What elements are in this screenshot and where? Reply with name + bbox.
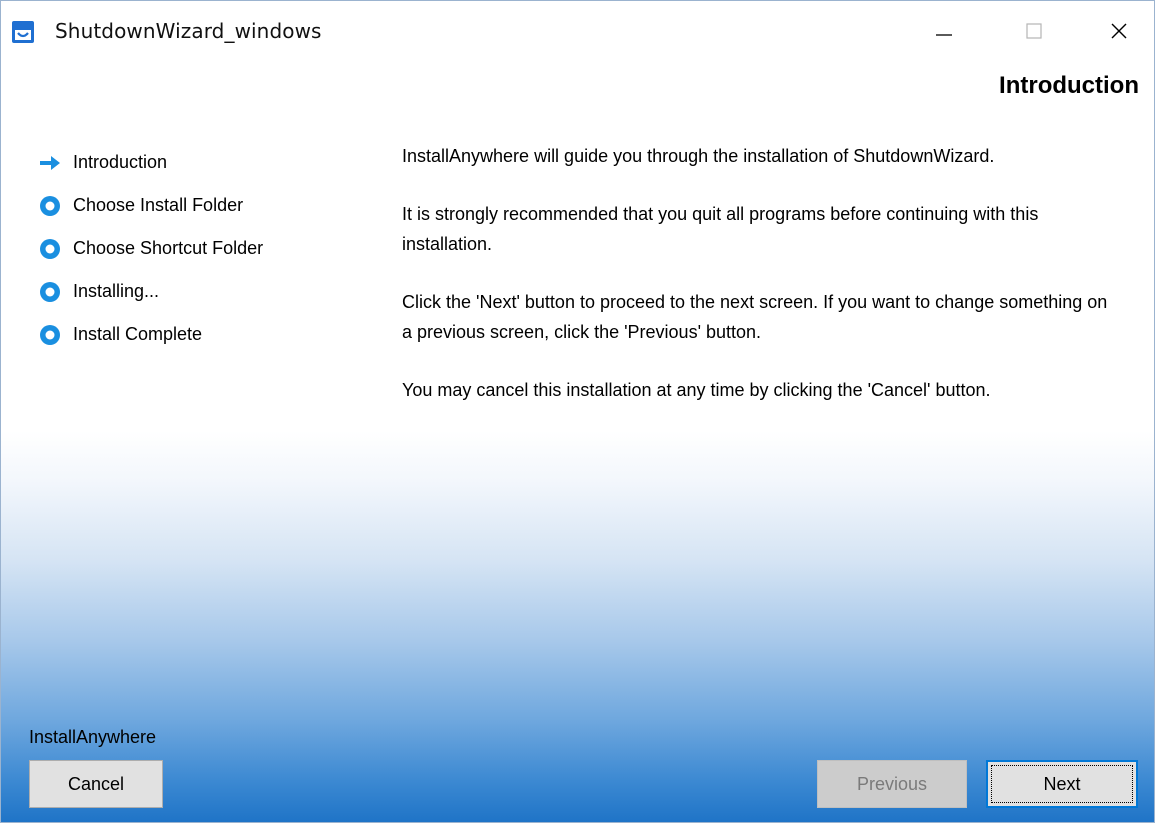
- intro-paragraph: It is strongly recommended that you quit…: [402, 204, 1039, 254]
- step-label: Choose Install Folder: [73, 195, 244, 215]
- close-icon: [1111, 23, 1127, 39]
- intro-paragraph: InstallAnywhere will guide you through t…: [402, 146, 995, 166]
- maximize-icon: [1026, 23, 1042, 39]
- install-steps-list: Introduction Choose Install Folder Choos…: [39, 141, 263, 356]
- step-choose-install-folder: Choose Install Folder: [39, 184, 263, 227]
- maximize-button[interactable]: [1011, 11, 1057, 51]
- installer-window: ShutdownWizard_windows Introduction Intr…: [0, 0, 1155, 823]
- step-installing: Installing...: [39, 270, 263, 313]
- step-label: Installing...: [73, 281, 160, 301]
- previous-button[interactable]: Previous: [817, 760, 967, 808]
- circle-icon: [40, 324, 60, 345]
- minimize-icon: [936, 34, 952, 36]
- title-bar[interactable]: ShutdownWizard_windows: [1, 1, 1154, 63]
- close-button[interactable]: [1096, 11, 1142, 51]
- step-label: Install Complete: [73, 324, 203, 344]
- circle-icon: [40, 195, 60, 216]
- circle-icon: [40, 238, 60, 259]
- installer-app-icon: [12, 21, 34, 43]
- circle-icon: [40, 281, 60, 302]
- minimize-button[interactable]: [921, 11, 967, 51]
- next-button[interactable]: Next: [986, 760, 1138, 808]
- next-button-label: Next: [1043, 773, 1081, 794]
- step-choose-shortcut-folder: Choose Shortcut Folder: [39, 227, 263, 270]
- arrow-right-icon: [40, 155, 60, 170]
- intro-text: InstallAnywhere will guide you through t…: [402, 141, 1122, 433]
- step-label: Choose Shortcut Folder: [73, 238, 264, 258]
- intro-paragraph: Click the 'Next' button to proceed to th…: [402, 292, 1108, 342]
- page-title: Introduction: [999, 72, 1139, 99]
- step-label: Introduction: [73, 152, 168, 172]
- cancel-button[interactable]: Cancel: [29, 760, 163, 808]
- brand-label: InstallAnywhere: [29, 727, 157, 747]
- intro-paragraph: You may cancel this installation at any …: [402, 380, 991, 400]
- step-introduction: Introduction: [39, 141, 263, 184]
- step-install-complete: Install Complete: [39, 313, 263, 356]
- window-title: ShutdownWizard_windows: [55, 19, 322, 43]
